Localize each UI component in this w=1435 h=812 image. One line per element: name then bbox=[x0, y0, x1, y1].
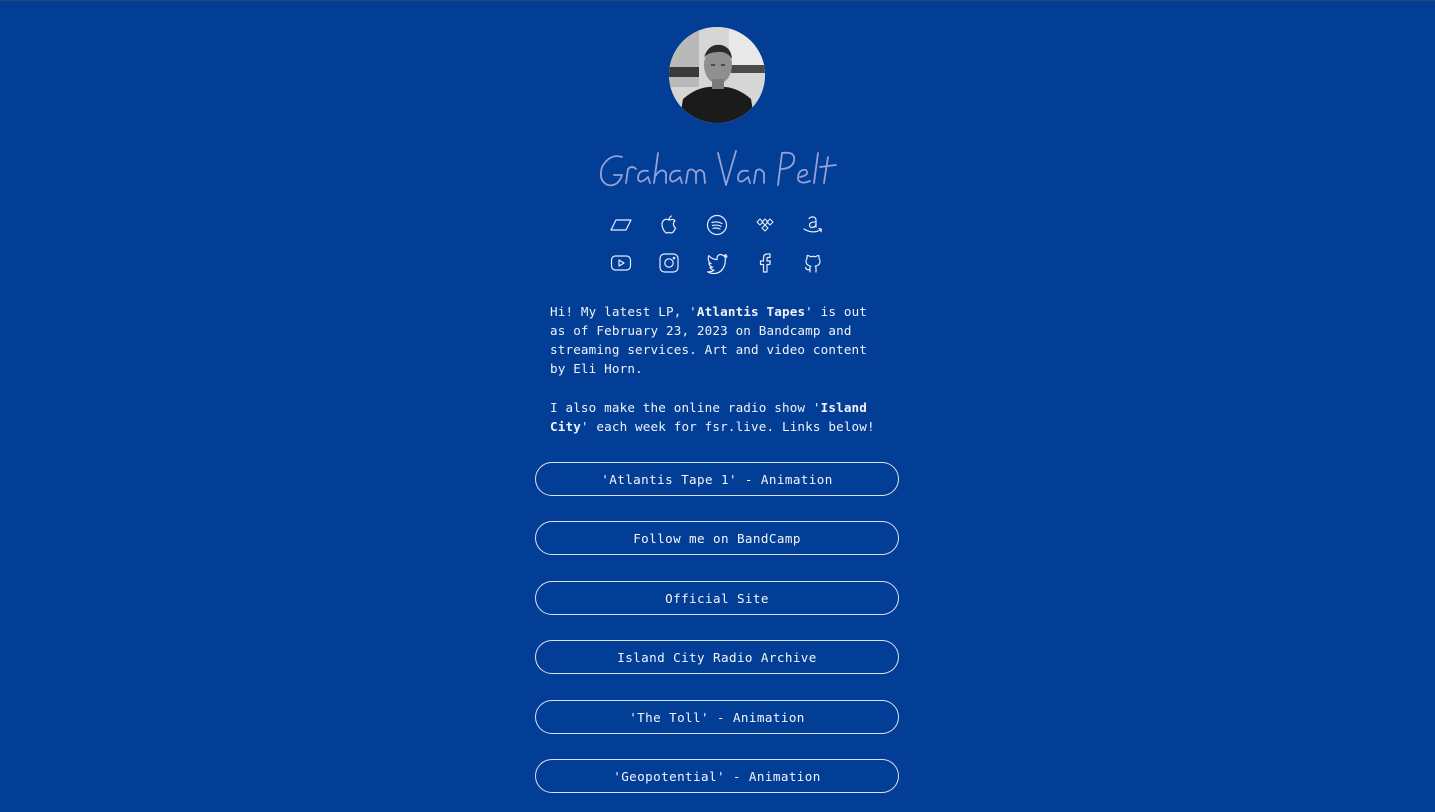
link-button-bandcamp[interactable]: Follow me on BandCamp bbox=[535, 521, 899, 555]
link-button-geopotential-animation[interactable]: 'Geopotential' - Animation bbox=[535, 759, 899, 793]
github-icon[interactable] bbox=[789, 247, 837, 279]
album-title: Atlantis Tapes bbox=[696, 304, 806, 319]
link-button-the-toll-animation[interactable]: 'The Toll' - Animation bbox=[535, 700, 899, 734]
social-links-row bbox=[597, 247, 837, 279]
link-button-atlantis-tape-animation[interactable]: 'Atlantis Tape 1' - Animation bbox=[535, 462, 899, 496]
top-border bbox=[0, 0, 1435, 1]
bio-paragraph-release: Hi! My latest LP, 'Atlantis Tapes' is ou… bbox=[550, 304, 868, 376]
link-button-radio-archive[interactable]: Island City Radio Archive bbox=[535, 640, 899, 674]
avatar bbox=[669, 27, 765, 123]
bio-text: Hi! My latest LP, 'Atlantis Tapes' is ou… bbox=[550, 302, 890, 436]
instagram-icon[interactable] bbox=[645, 247, 693, 279]
apple-music-icon[interactable] bbox=[645, 209, 693, 241]
youtube-icon[interactable] bbox=[597, 247, 645, 279]
spotify-icon[interactable] bbox=[693, 209, 741, 241]
bio-paragraph-radio: I also make the online radio show 'Islan… bbox=[550, 400, 875, 434]
facebook-icon[interactable] bbox=[741, 247, 789, 279]
twitter-icon[interactable] bbox=[693, 247, 741, 279]
signature-name bbox=[592, 143, 842, 195]
link-button-official-site[interactable]: Official Site bbox=[535, 581, 899, 615]
tidal-icon[interactable] bbox=[741, 209, 789, 241]
bandcamp-icon[interactable] bbox=[597, 209, 645, 241]
music-services-row bbox=[597, 209, 837, 241]
amazon-music-icon[interactable] bbox=[789, 209, 837, 241]
